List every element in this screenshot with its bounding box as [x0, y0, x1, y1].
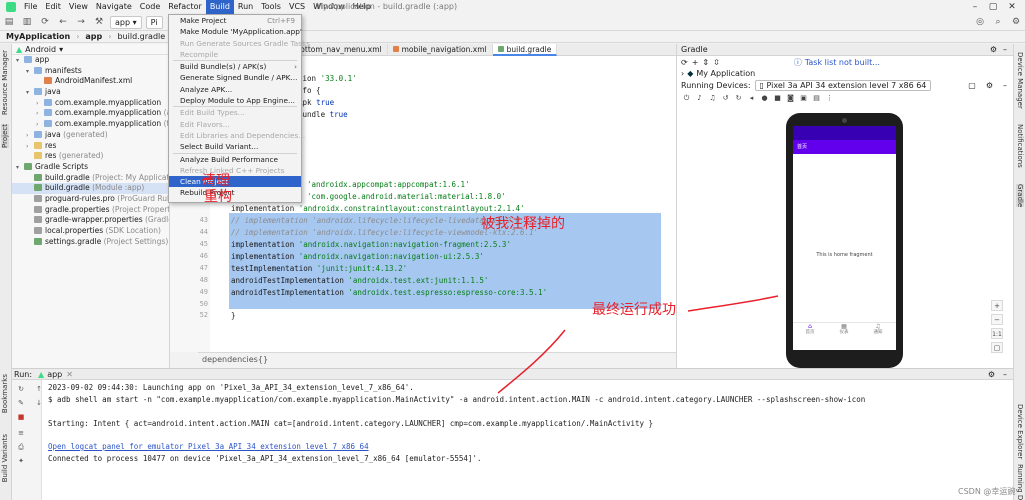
annotation-rebuild: 重构 [204, 189, 232, 205]
annotation-arrow-to-phone [687, 295, 779, 312]
annotation-strokes [201, 177, 779, 394]
annotation-commented: 被我注释掉的 [481, 216, 565, 232]
annotation-arrow-to-console [497, 329, 566, 394]
annotation-success: 最终运行成功 [592, 302, 676, 318]
